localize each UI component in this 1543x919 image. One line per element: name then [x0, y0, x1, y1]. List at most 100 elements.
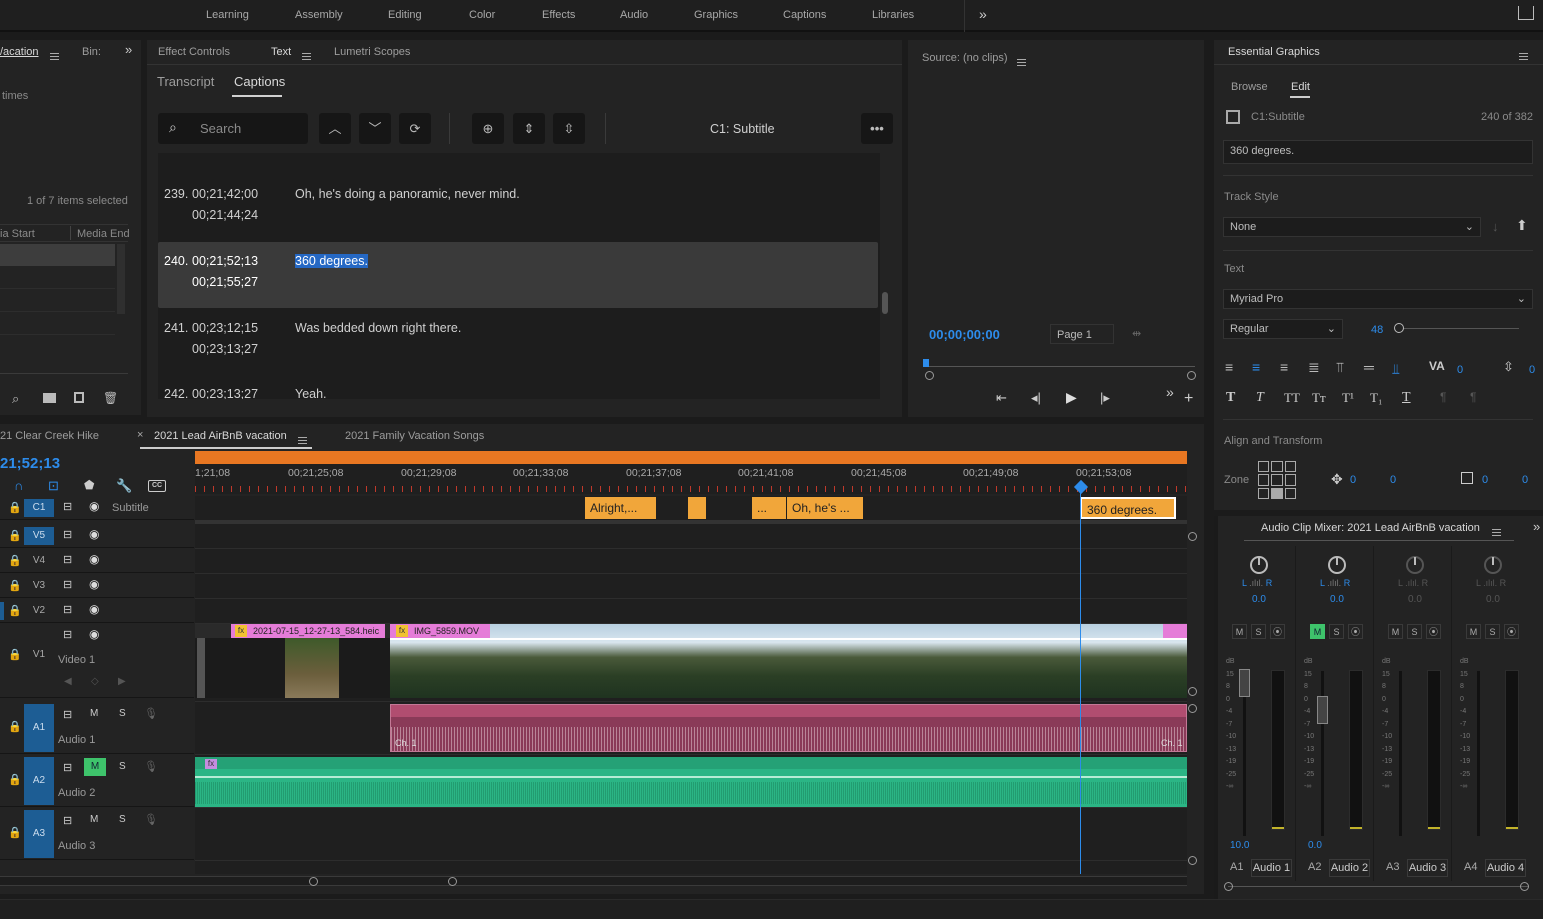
- new-item-icon[interactable]: [74, 392, 84, 403]
- caption-text[interactable]: 360 degrees.: [295, 254, 368, 268]
- tab-effect-controls[interactable]: Effect Controls: [158, 46, 230, 58]
- small-caps-icon[interactable]: Tт: [1312, 390, 1326, 406]
- zone-grid[interactable]: [1258, 461, 1296, 499]
- pan-knob[interactable]: [1250, 556, 1268, 574]
- caption-row[interactable]: 242. 00;23;13;27 Yeah.: [158, 375, 880, 399]
- mute-button[interactable]: M: [90, 814, 98, 825]
- previous-keyframe-icon[interactable]: ◀: [64, 676, 72, 687]
- track-target-v1[interactable]: V1: [24, 646, 54, 664]
- tab-sequence-lead-airbnb[interactable]: 2021 Lead AirBnB vacation: [154, 430, 287, 442]
- audio-clip-a1[interactable]: Ch. 1 Ch. 1: [390, 704, 1187, 752]
- font-style-select[interactable]: Regular ⌄: [1223, 319, 1343, 339]
- eye-icon[interactable]: ◉: [89, 602, 99, 616]
- position-x[interactable]: 0: [1350, 474, 1356, 486]
- slider-handle[interactable]: [1394, 323, 1404, 333]
- all-caps-icon[interactable]: TT: [1284, 390, 1300, 406]
- record-button[interactable]: ⦿: [1426, 624, 1441, 639]
- subscript-icon[interactable]: T₁: [1370, 390, 1382, 406]
- scale-x[interactable]: 0: [1482, 474, 1488, 486]
- lock-icon[interactable]: 🔒: [8, 648, 22, 661]
- panel-menu-icon[interactable]: [1017, 58, 1026, 66]
- tab-bin[interactable]: Bin:: [82, 46, 101, 58]
- track-target-a2[interactable]: A2: [24, 757, 54, 805]
- snap-icon[interactable]: ∩: [14, 478, 23, 493]
- track-target-a3[interactable]: A3: [24, 810, 54, 858]
- solo-button[interactable]: S: [1485, 624, 1500, 639]
- caption-text[interactable]: Yeah.: [295, 387, 327, 399]
- scroll-handle[interactable]: [1520, 882, 1529, 891]
- tab-captions[interactable]: Captions: [234, 74, 285, 89]
- pan-value[interactable]: 0.0: [1486, 594, 1500, 605]
- search-input[interactable]: ⌕ Search: [158, 113, 308, 144]
- caption-clip[interactable]: ...: [752, 497, 786, 519]
- track-output-icon[interactable]: ⊟: [63, 553, 72, 566]
- linked-selection-icon[interactable]: ⊡: [48, 478, 59, 494]
- tab-lumetri-scopes[interactable]: Lumetri Scopes: [334, 46, 410, 58]
- caption-clip[interactable]: Alright,...: [585, 497, 656, 519]
- button-editor-icon[interactable]: +: [1184, 390, 1193, 408]
- solo-button[interactable]: S: [119, 814, 126, 825]
- vertical-zoom-handle[interactable]: [1188, 687, 1197, 696]
- pan-knob[interactable]: [1328, 556, 1346, 574]
- mute-button[interactable]: M: [90, 708, 98, 719]
- solo-button[interactable]: S: [1329, 624, 1344, 639]
- more-tabs-icon[interactable]: »: [125, 42, 132, 57]
- more-tabs-icon[interactable]: »: [1533, 519, 1540, 534]
- caption-out-time[interactable]: 00;21;44;24: [192, 208, 258, 222]
- ltr-icon[interactable]: ¶: [1440, 390, 1446, 404]
- workspace-assembly[interactable]: Assembly: [295, 9, 343, 21]
- scale-y[interactable]: 0: [1522, 474, 1528, 486]
- track-output-icon[interactable]: ⊟: [63, 814, 72, 827]
- workspace-captions[interactable]: Captions: [783, 9, 826, 21]
- caption-scrollbar[interactable]: [882, 292, 888, 314]
- export-icon[interactable]: [1518, 6, 1534, 20]
- track-output-icon[interactable]: ⊟: [63, 603, 72, 616]
- caption-row[interactable]: 239. 00;21;42;00 00;21;44;24 Oh, he's do…: [158, 175, 880, 241]
- lock-icon[interactable]: 🔒: [8, 529, 22, 542]
- lock-icon[interactable]: 🔒: [8, 579, 22, 592]
- workspace-audio[interactable]: Audio: [620, 9, 648, 21]
- timeline-scrollbar[interactable]: [0, 876, 1187, 886]
- lock-icon[interactable]: 🔒: [8, 554, 22, 567]
- font-size-value[interactable]: 48: [1371, 324, 1383, 336]
- wrench-icon[interactable]: 🔧: [116, 478, 132, 494]
- record-button[interactable]: ⦿: [1348, 624, 1363, 639]
- tab-browse[interactable]: Browse: [1231, 81, 1268, 93]
- mute-button-active[interactable]: M: [84, 758, 106, 776]
- track-output-icon[interactable]: ⊟: [63, 761, 72, 774]
- track-output-icon[interactable]: ⊟: [63, 528, 72, 541]
- align-middle-icon[interactable]: ═: [1364, 359, 1374, 375]
- pan-value[interactable]: 0.0: [1252, 594, 1266, 605]
- lock-icon[interactable]: 🔒: [8, 773, 22, 786]
- solo-button[interactable]: S: [1407, 624, 1422, 639]
- workspace-libraries[interactable]: Libraries: [872, 9, 914, 21]
- more-controls-icon[interactable]: »: [1166, 384, 1174, 400]
- mixer-title[interactable]: Audio Clip Mixer: 2021 Lead AirBnB vacat…: [1261, 522, 1480, 534]
- vertical-zoom-handle[interactable]: [1188, 856, 1197, 865]
- list-item[interactable]: [0, 244, 115, 266]
- position-y[interactable]: 0: [1390, 474, 1396, 486]
- source-timecode[interactable]: 00;00;00;00: [929, 327, 1000, 342]
- align-bottom-icon[interactable]: ⫫: [1392, 361, 1400, 378]
- track-style-select[interactable]: None ⌄: [1223, 217, 1481, 237]
- track-output-icon[interactable]: ⊟: [63, 500, 72, 513]
- scroll-handle[interactable]: [1224, 882, 1233, 891]
- panel-menu-icon[interactable]: [298, 436, 307, 444]
- mute-button-active[interactable]: M: [1310, 624, 1325, 639]
- caption-in-time[interactable]: 00;21;42;00: [192, 187, 258, 201]
- source-title[interactable]: Source: (no clips): [922, 52, 1008, 64]
- step-forward-icon[interactable]: |▸: [1100, 390, 1110, 406]
- add-marker-icon[interactable]: ⬟: [84, 478, 94, 492]
- video-clip-img-5859[interactable]: IMG_5859.MOV fx: [390, 624, 1187, 698]
- pan-value[interactable]: 0.0: [1408, 594, 1422, 605]
- vertical-zoom-handle[interactable]: [1188, 532, 1197, 541]
- scrollbar[interactable]: [117, 244, 125, 314]
- replace-button[interactable]: ⟳: [399, 113, 431, 144]
- solo-button[interactable]: S: [119, 761, 126, 772]
- find-icon[interactable]: ⌕: [12, 391, 19, 407]
- video-clip[interactable]: 2021-07-15_12-27-13_584.heic fx: [195, 624, 390, 698]
- timeline-timecode[interactable]: 21;52;13: [0, 455, 60, 472]
- eye-icon[interactable]: ◉: [89, 527, 99, 541]
- list-item[interactable]: [0, 290, 115, 312]
- zoom-handle[interactable]: [309, 877, 318, 886]
